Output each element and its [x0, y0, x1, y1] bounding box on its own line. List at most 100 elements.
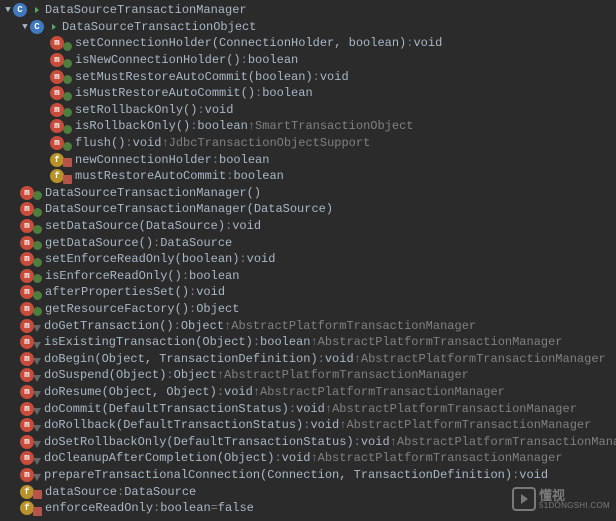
member-signature: setDataSource(DataSource)	[45, 219, 225, 233]
public-badge-icon	[63, 42, 72, 51]
run-icon	[29, 3, 43, 17]
return-type: boolean	[262, 86, 312, 100]
separator: :	[125, 136, 132, 150]
field-row[interactable]: fnewConnectionHolder: boolean	[0, 151, 616, 168]
method-icon: m	[20, 368, 34, 382]
return-type: void	[310, 418, 339, 432]
separator: :	[174, 319, 181, 333]
method-row[interactable]: mdoGetTransaction(): Object ↑AbstractPla…	[0, 317, 616, 334]
method-row[interactable]: m prepareTransactionalConnection(Connecti…	[0, 467, 616, 484]
method-row[interactable]: misRollbackOnly(): boolean ↑SmartTransac…	[0, 118, 616, 135]
override-arrow-icon: ↑	[310, 451, 317, 465]
override-arrow-icon: ↑	[390, 435, 397, 449]
method-row[interactable]: mDataSourceTransactionManager()	[0, 185, 616, 202]
separator: :	[303, 418, 310, 432]
override-source: AbstractPlatformTransactionManager	[346, 418, 591, 432]
class-icon: C	[30, 20, 44, 34]
public-badge-icon	[63, 108, 72, 117]
override-arrow-icon: ↑	[253, 385, 260, 399]
method-row[interactable]: mdoCommit(DefaultTransactionStatus): voi…	[0, 400, 616, 417]
public-badge-icon	[33, 241, 42, 250]
method-row[interactable]: msetMustRestoreAutoCommit(boolean): void	[0, 68, 616, 85]
field-row[interactable]: fmustRestoreAutoCommit: boolean	[0, 168, 616, 185]
method-icon: m	[50, 119, 64, 133]
method-row[interactable]: msetConnectionHolder(ConnectionHolder, b…	[0, 35, 616, 52]
separator: :	[182, 269, 189, 283]
public-badge-icon	[33, 191, 42, 200]
method-row[interactable]: misMustRestoreAutoCommit(): boolean	[0, 85, 616, 102]
return-type: boolean	[219, 153, 269, 167]
member-signature: prepareTransactionalConnection(Connectio…	[44, 468, 512, 482]
impl-badge-icon	[33, 358, 41, 365]
chevron-down-icon[interactable]: ▼	[3, 5, 13, 15]
private-badge-icon	[33, 490, 42, 499]
public-badge-icon	[63, 59, 72, 68]
field-row[interactable]: fenforceReadOnly: boolean = false	[0, 500, 616, 517]
member-signature: getDataSource()	[45, 236, 153, 250]
method-icon: m	[20, 335, 34, 349]
method-icon: m	[50, 103, 64, 117]
method-row[interactable]: mdoResume(Object, Object): void ↑Abstrac…	[0, 384, 616, 401]
return-type: boolean	[248, 53, 298, 67]
private-badge-icon	[63, 175, 72, 184]
method-row[interactable]: mgetResourceFactory(): Object	[0, 301, 616, 318]
member-signature: setEnforceReadOnly(boolean)	[45, 252, 239, 266]
method-row[interactable]: mdoCleanupAfterCompletion(Object): void …	[0, 450, 616, 467]
structure-tree[interactable]: ▼ C DataSourceTransactionManager ▼ C Dat…	[0, 0, 616, 521]
method-icon: m	[20, 186, 34, 200]
member-signature: mustRestoreAutoCommit	[75, 169, 226, 183]
method-icon: m	[20, 468, 34, 482]
field-icon: f	[20, 485, 34, 499]
separator: :	[313, 70, 320, 84]
return-type: void	[413, 36, 442, 50]
method-row[interactable]: mafterPropertiesSet(): void	[0, 284, 616, 301]
method-row[interactable]: msetEnforceReadOnly(boolean): void	[0, 251, 616, 268]
method-row[interactable]: mdoSuspend(Object): Object ↑AbstractPlat…	[0, 367, 616, 384]
member-signature: doBegin(Object, TransactionDefinition)	[44, 352, 318, 366]
separator: :	[189, 285, 196, 299]
method-row[interactable]: mdoBegin(Object, TransactionDefinition):…	[0, 350, 616, 367]
class-name: DataSourceTransactionManager	[45, 3, 247, 17]
method-row[interactable]: mDataSourceTransactionManager(DataSource…	[0, 201, 616, 218]
member-signature: dataSource	[45, 485, 117, 499]
method-row[interactable]: mdoSetRollbackOnly(DefaultTransactionSta…	[0, 433, 616, 450]
override-source: AbstractPlatformTransactionManager	[361, 352, 606, 366]
member-signature: setMustRestoreAutoCommit(boolean)	[75, 70, 313, 84]
field-initializer: false	[218, 501, 254, 515]
return-type: DataSource	[124, 485, 196, 499]
method-row[interactable]: msetDataSource(DataSource): void	[0, 218, 616, 235]
class-row-inner[interactable]: ▼ C DataSourceTransactionObject	[0, 19, 616, 36]
method-row[interactable]: mgetDataSource(): DataSource	[0, 234, 616, 251]
class-row-root[interactable]: ▼ C DataSourceTransactionManager	[0, 2, 616, 19]
method-row[interactable]: misNewConnectionHolder(): boolean	[0, 52, 616, 69]
member-signature: doGetTransaction()	[44, 319, 174, 333]
public-badge-icon	[33, 291, 42, 300]
return-type: boolean	[189, 269, 239, 283]
method-row[interactable]: misExistingTransaction(Object): boolean …	[0, 334, 616, 351]
return-type: Object	[196, 302, 239, 316]
field-icon: f	[20, 501, 34, 515]
separator: :	[253, 335, 260, 349]
separator: :	[212, 153, 219, 167]
return-type: void	[247, 252, 276, 266]
return-type: Object	[174, 368, 217, 382]
override-arrow-icon: ↑	[325, 402, 332, 416]
method-icon: m	[20, 402, 34, 416]
method-row[interactable]: mdoRollback(DefaultTransactionStatus): v…	[0, 417, 616, 434]
method-row[interactable]: misEnforceReadOnly(): boolean	[0, 268, 616, 285]
member-signature: isExistingTransaction(Object)	[44, 335, 253, 349]
method-icon: m	[20, 319, 34, 333]
override-arrow-icon: ↑	[339, 418, 346, 432]
separator: :	[189, 302, 196, 316]
field-row[interactable]: f dataSource: DataSource	[0, 483, 616, 500]
method-row[interactable]: mflush(): void ↑JdbcTransactionObjectSup…	[0, 135, 616, 152]
separator: :	[239, 252, 246, 266]
impl-badge-icon	[33, 325, 41, 332]
chevron-down-icon[interactable]: ▼	[20, 22, 30, 32]
member-signature: doCleanupAfterCompletion(Object)	[44, 451, 274, 465]
separator: :	[166, 368, 173, 382]
return-type: Object	[181, 319, 224, 333]
separator: :	[117, 485, 124, 499]
public-badge-icon	[33, 258, 42, 267]
method-row[interactable]: msetRollbackOnly(): void	[0, 102, 616, 119]
